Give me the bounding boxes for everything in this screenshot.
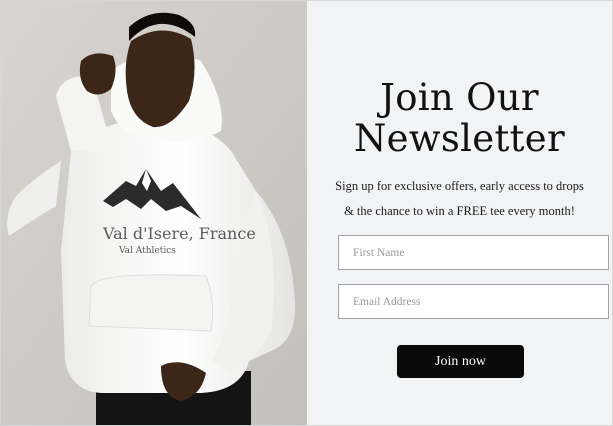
product-photo: Val d'Isere, France Val Athletics	[1, 1, 307, 425]
hoodie-print-text: Val d'Isere, France	[102, 224, 256, 243]
newsletter-headline: Join Our Newsletter	[307, 77, 612, 159]
headline-line-1: Join Our	[380, 76, 539, 119]
description-line-1: Sign up for exclusive offers, early acce…	[335, 179, 584, 193]
description-line-2: & the chance to win a FREE tee every mon…	[344, 204, 575, 218]
signup-panel: Join Our Newsletter Sign up for exclusiv…	[307, 1, 612, 425]
first-name-field[interactable]	[338, 235, 609, 270]
email-field[interactable]	[338, 284, 609, 319]
join-now-button[interactable]: Join now	[397, 345, 524, 378]
newsletter-description: Sign up for exclusive offers, early acce…	[307, 174, 612, 224]
hoodie-print-subtext: Val Athletics	[118, 246, 176, 256]
newsletter-modal: Val d'Isere, France Val Athletics Join O…	[0, 0, 613, 426]
headline-line-2: Newsletter	[354, 117, 565, 160]
